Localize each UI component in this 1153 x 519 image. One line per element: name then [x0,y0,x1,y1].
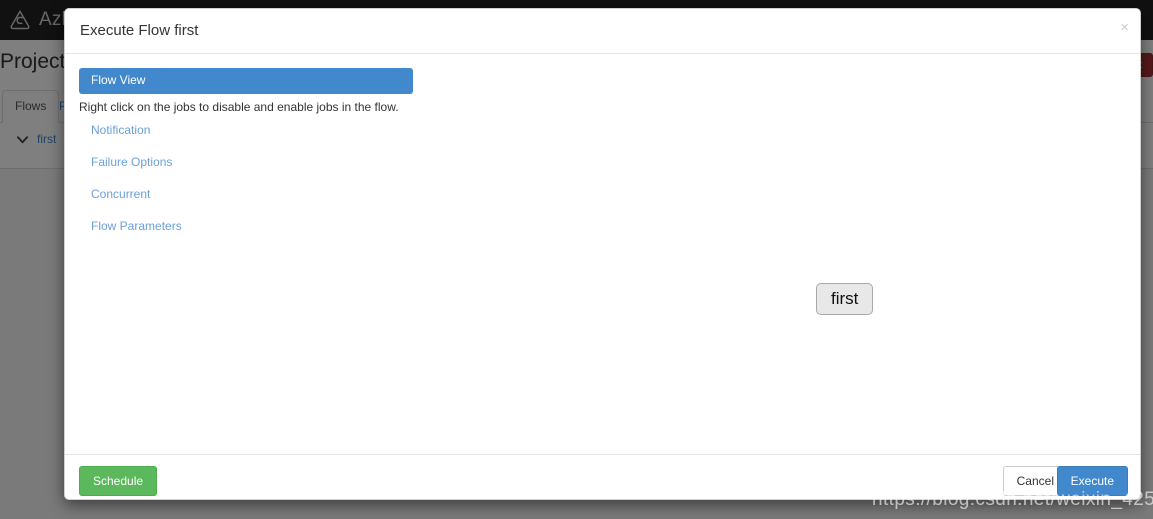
sidebar-item-flow-parameters[interactable]: Flow Parameters [79,210,427,242]
modal-title: Execute Flow first [80,22,199,39]
flow-view-hint: Right click on the jobs to disable and e… [79,100,399,114]
sidebar-item-failure-options[interactable]: Failure Options [79,146,427,178]
modal-body: Flow View Right click on the jobs to dis… [65,54,1140,454]
sidebar-item-notification[interactable]: Notification [79,114,427,146]
flow-graph-canvas[interactable]: first [435,62,1135,454]
close-icon[interactable]: × [1120,20,1129,35]
sidebar-item-concurrent[interactable]: Concurrent [79,178,427,210]
screen-root: Azkaban Project first Delete Project Flo… [0,0,1153,519]
modal-header: Execute Flow first × [65,9,1140,54]
sidebar-item-flow-view[interactable]: Flow View [79,68,413,94]
schedule-button[interactable]: Schedule [79,466,158,497]
execution-options-sidebar: Flow View Right click on the jobs to dis… [79,68,427,242]
modal-footer: Schedule Cancel Execute [65,454,1140,499]
execute-flow-modal: Execute Flow first × Flow View Right cli… [64,8,1141,500]
flow-graph-node[interactable]: first [816,283,874,316]
execute-button[interactable]: Execute [1056,466,1128,497]
